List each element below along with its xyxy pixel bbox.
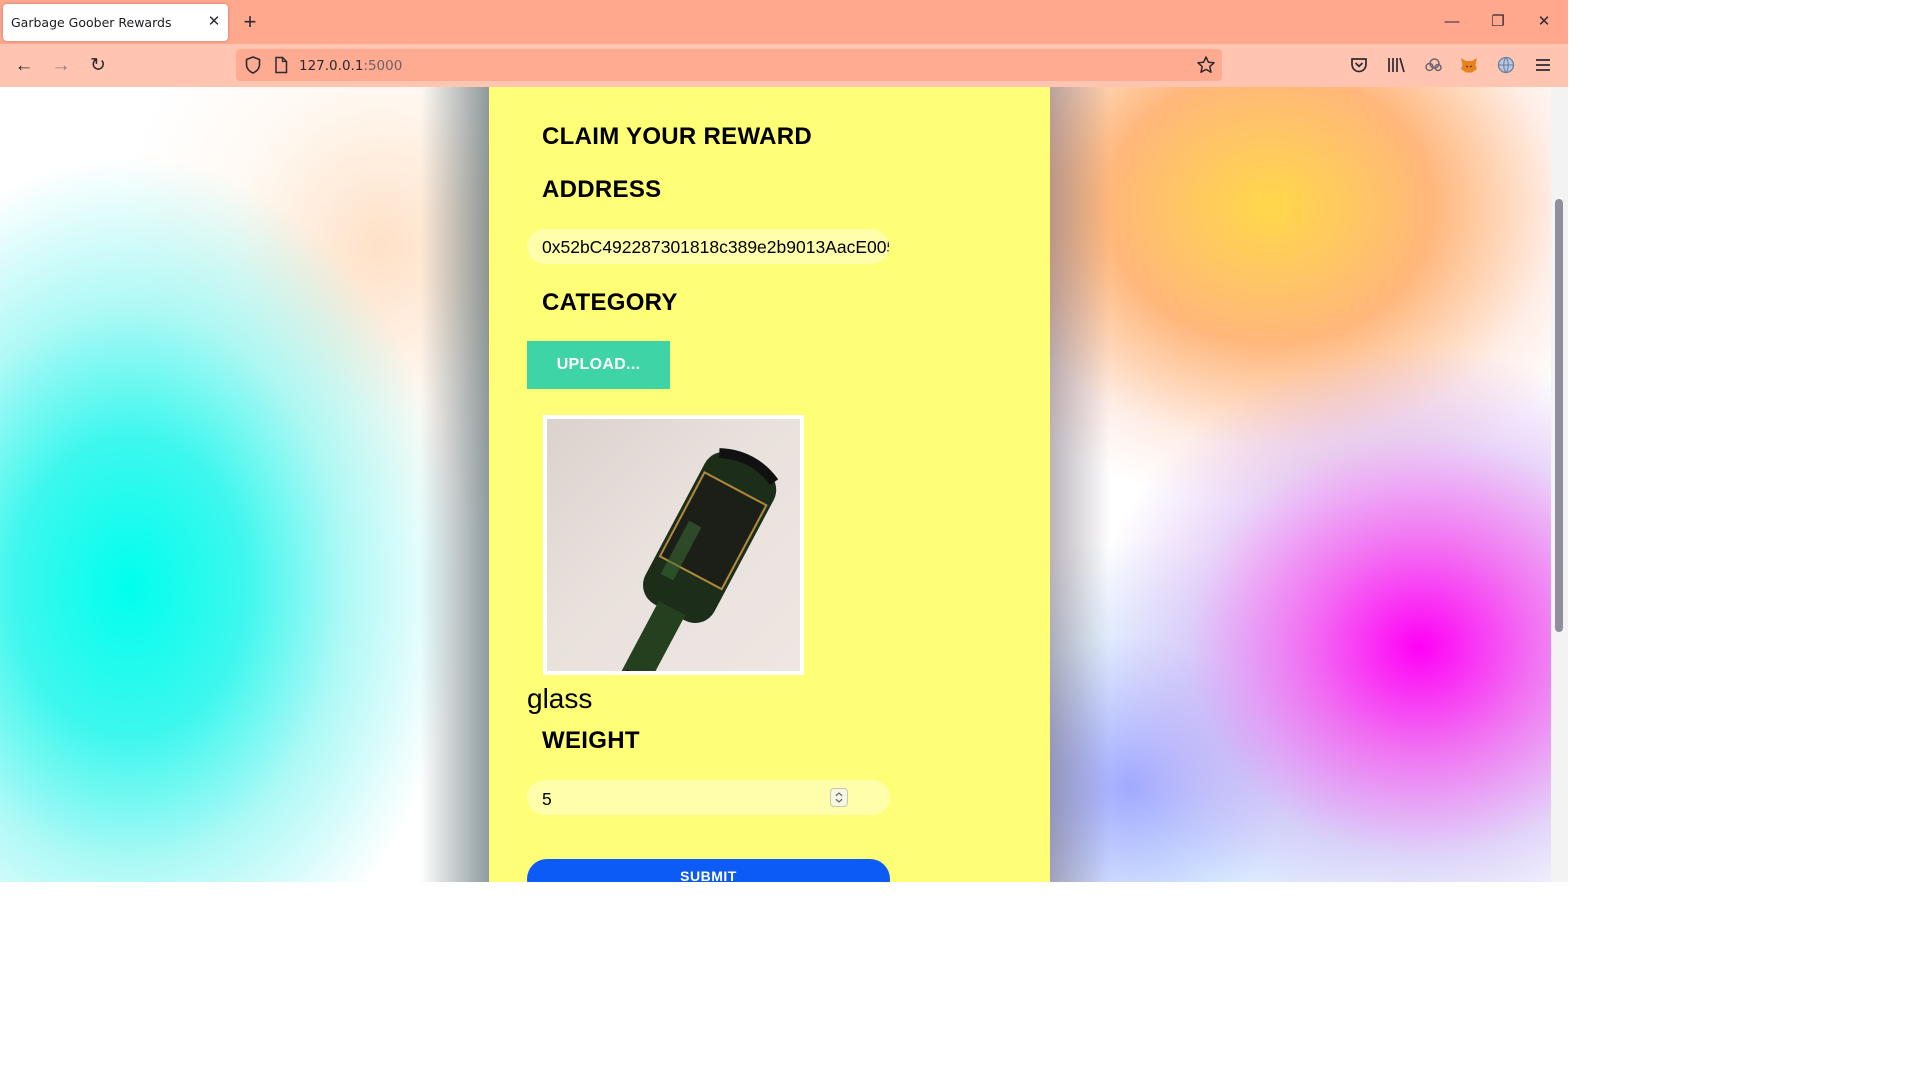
weight-input[interactable]: 5: [527, 780, 890, 815]
globe-icon[interactable]: [1495, 54, 1517, 76]
library-icon[interactable]: [1385, 54, 1407, 76]
page-viewport: CLAIM YOUR REWARD ADDRESS 0x52bC49228730…: [0, 87, 1568, 882]
fox-extension-icon[interactable]: [1458, 54, 1480, 76]
close-window-button[interactable]: ✕: [1529, 8, 1559, 36]
bottle-image: [617, 448, 779, 671]
weight-value: 5: [542, 789, 552, 809]
category-result: glass: [527, 683, 593, 714]
address-input[interactable]: 0x52bC492287301818c389e2b9013AacE005: [527, 229, 889, 264]
bookmark-star-icon[interactable]: [1196, 55, 1216, 75]
tab-title: Garbage Goober Rewards: [11, 15, 172, 30]
restore-button[interactable]: ❐: [1483, 8, 1513, 36]
category-label: CATEGORY: [542, 289, 678, 316]
browser-tab[interactable]: Garbage Goober Rewards ✕: [3, 4, 228, 41]
reload-button[interactable]: ↻: [84, 52, 112, 80]
new-tab-button[interactable]: +: [238, 9, 262, 35]
panel-shadow-right: [1050, 87, 1110, 882]
forward-button[interactable]: →: [47, 52, 75, 80]
url-port: :5000: [363, 58, 403, 74]
url-bar[interactable]: 127.0.0.1:5000: [236, 49, 1222, 81]
scrollbar-thumb[interactable]: [1555, 199, 1563, 632]
weight-label: WEIGHT: [542, 727, 640, 754]
page-icon: [275, 56, 288, 74]
url-host: 127.0.0.1: [299, 58, 364, 74]
submit-button[interactable]: SUBMIT: [527, 859, 890, 882]
tab-bar: Garbage Goober Rewards ✕ + — ❐ ✕: [0, 0, 1568, 44]
upload-button[interactable]: UPLOAD...: [527, 341, 670, 389]
tab-close-icon[interactable]: ✕: [205, 12, 223, 32]
nav-bar: ← → ↻ 127.0.0.1:5000: [0, 44, 1568, 87]
menu-icon[interactable]: [1532, 54, 1554, 76]
scrollbar[interactable]: [1551, 87, 1568, 882]
sync-icon[interactable]: [1422, 54, 1444, 76]
reward-form-panel: CLAIM YOUR REWARD ADDRESS 0x52bC49228730…: [489, 87, 1050, 882]
uploaded-image: [547, 419, 800, 671]
minimize-button[interactable]: —: [1437, 8, 1467, 36]
pocket-icon[interactable]: [1348, 54, 1370, 76]
number-spinner-icon[interactable]: [830, 788, 848, 807]
form-title: CLAIM YOUR REWARD: [542, 123, 812, 150]
panel-shadow-left: [420, 87, 490, 882]
back-button[interactable]: ←: [10, 52, 38, 80]
address-value: 0x52bC492287301818c389e2b9013AacE005: [542, 237, 889, 257]
address-label: ADDRESS: [542, 176, 662, 203]
uploaded-image-frame: [543, 415, 804, 675]
shield-icon[interactable]: [243, 55, 263, 75]
url-text[interactable]: 127.0.0.1:5000: [299, 58, 402, 74]
